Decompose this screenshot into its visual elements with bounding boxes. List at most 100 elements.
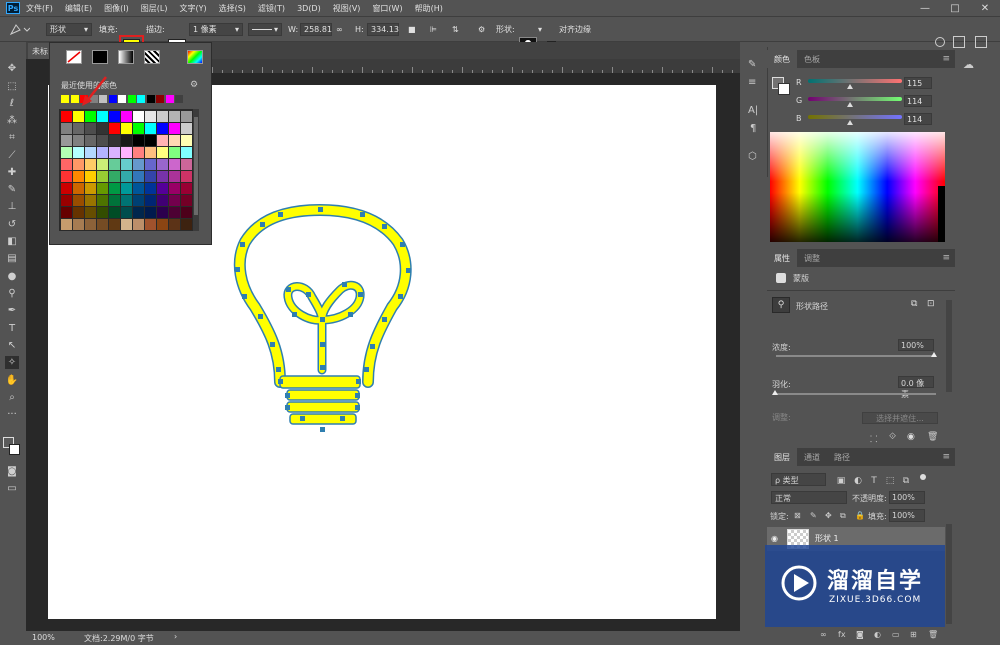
color-swatch[interactable] [85, 159, 96, 170]
recent-color-swatch[interactable] [165, 95, 174, 103]
color-swatch[interactable] [133, 123, 144, 134]
gradient-icon[interactable] [118, 50, 134, 64]
crop-tool-icon[interactable]: ⌗ [5, 131, 19, 144]
r-input[interactable]: 115 [904, 77, 932, 89]
link-icon[interactable]: ∞ [336, 22, 343, 36]
color-swatch[interactable] [169, 147, 180, 158]
density-slider-handle[interactable] [931, 352, 937, 357]
color-swatch[interactable] [61, 219, 72, 230]
color-swatch[interactable] [169, 183, 180, 194]
link-layers-icon[interactable]: ∞ [820, 630, 827, 639]
tab-paths[interactable]: 路径 [827, 448, 857, 466]
color-swatch[interactable] [181, 135, 192, 146]
swatch-scrollbar[interactable] [193, 109, 199, 231]
color-swatch[interactable] [145, 171, 156, 182]
color-spectrum[interactable] [770, 132, 945, 242]
color-swatch[interactable] [121, 219, 132, 230]
color-swatch[interactable] [73, 111, 84, 122]
lock-all-icon[interactable]: 🔒 [855, 511, 865, 520]
menu-3d[interactable]: 3D(D) [297, 4, 321, 13]
color-swatch[interactable] [169, 171, 180, 182]
color-swatch[interactable] [133, 135, 144, 146]
color-swatch[interactable] [85, 207, 96, 218]
color-swatch[interactable] [97, 123, 108, 134]
character-panel-icon[interactable]: A| [748, 105, 758, 116]
g-slider[interactable] [808, 97, 902, 101]
color-swatch[interactable] [121, 147, 132, 158]
recent-color-swatch[interactable] [70, 95, 79, 103]
g-slider-handle[interactable] [847, 102, 853, 107]
color-swatch[interactable] [73, 195, 84, 206]
color-swatch[interactable] [97, 135, 108, 146]
color-swatch[interactable] [133, 171, 144, 182]
menu-window[interactable]: 窗口(W) [372, 3, 402, 14]
color-swatch[interactable] [169, 111, 180, 122]
quick-mask-icon[interactable]: ◙ [5, 465, 19, 478]
menu-edit[interactable]: 编辑(E) [65, 3, 92, 14]
lock-position-icon[interactable]: ✥ [825, 511, 832, 520]
r-slider-handle[interactable] [847, 84, 853, 89]
layer-filter-select[interactable]: ρ 类型 [771, 473, 826, 486]
color-swatch[interactable] [85, 123, 96, 134]
color-picker-icon[interactable] [187, 50, 203, 64]
shape-path-icon[interactable]: ⚲ [772, 297, 790, 313]
color-swatch[interactable] [85, 171, 96, 182]
load-selection-icon[interactable]: ⸬ [870, 432, 877, 445]
adjustment-layer-icon[interactable]: ◐ [874, 630, 881, 639]
color-swatch[interactable] [181, 111, 192, 122]
color-swatch[interactable] [61, 135, 72, 146]
feather-slider-handle[interactable] [772, 390, 778, 395]
color-swatch[interactable] [61, 207, 72, 218]
color-swatch[interactable] [169, 195, 180, 206]
lasso-tool-icon[interactable]: ℓ [5, 97, 19, 110]
color-swatch[interactable] [133, 219, 144, 230]
pen-tool-preset-icon[interactable] [8, 22, 30, 36]
color-swatch[interactable] [157, 207, 168, 218]
stroke-type-select[interactable]: ▾ [248, 22, 282, 36]
dodge-tool-icon[interactable]: ⚲ [5, 287, 19, 300]
menu-view[interactable]: 视图(V) [333, 3, 361, 14]
stroke-width-select[interactable]: 1 像素 ▾ [189, 22, 243, 36]
color-swatch[interactable] [85, 195, 96, 206]
color-swatch[interactable] [181, 183, 192, 194]
recent-color-swatch[interactable] [127, 95, 136, 103]
menu-file[interactable]: 文件(F) [26, 3, 53, 14]
color-swatch[interactable] [157, 135, 168, 146]
color-swatch[interactable] [109, 135, 120, 146]
color-swatch[interactable] [145, 159, 156, 170]
color-swatch[interactable] [97, 111, 108, 122]
lightbulb-shape[interactable] [230, 202, 420, 437]
properties-scrollbar[interactable] [946, 300, 952, 392]
color-swatch[interactable] [73, 123, 84, 134]
color-swatch[interactable] [109, 219, 120, 230]
lock-artboard-icon[interactable]: ⧉ [840, 511, 846, 521]
color-swatch[interactable] [97, 159, 108, 170]
recent-color-swatch[interactable] [137, 95, 145, 103]
maximize-button[interactable]: □ [940, 0, 970, 16]
color-swatch[interactable] [61, 183, 72, 194]
color-swatch[interactable] [61, 147, 72, 158]
path-arrangement-icon[interactable]: ⇅ [452, 22, 459, 36]
color-swatch[interactable] [157, 159, 168, 170]
spectrum-black-bar[interactable] [938, 186, 945, 242]
solid-color-icon[interactable] [92, 50, 108, 64]
recent-color-swatch[interactable] [175, 95, 183, 103]
color-swatch[interactable] [169, 123, 180, 134]
b-input[interactable]: 114 [904, 113, 932, 125]
lock-transparent-icon[interactable]: ⊠ [794, 511, 801, 520]
color-swatch[interactable] [181, 123, 192, 134]
color-swatch[interactable] [121, 183, 132, 194]
3d-panel-icon[interactable]: ⬡ [748, 151, 757, 162]
color-swatch[interactable] [181, 219, 192, 230]
menu-select[interactable]: 选择(S) [219, 3, 246, 14]
magic-wand-tool-icon[interactable]: ⁂ [5, 114, 19, 127]
color-swatch[interactable] [133, 195, 144, 206]
mode-select[interactable]: 形状 ▾ [46, 22, 92, 36]
color-swatch[interactable] [157, 219, 168, 230]
filter-type-icon[interactable]: T [869, 476, 879, 486]
color-swatch[interactable] [85, 147, 96, 158]
color-swatch[interactable] [181, 171, 192, 182]
healing-brush-tool-icon[interactable]: ✚ [5, 166, 19, 179]
color-swatch[interactable] [169, 159, 180, 170]
brush-tool-icon[interactable]: ✎ [5, 183, 19, 196]
